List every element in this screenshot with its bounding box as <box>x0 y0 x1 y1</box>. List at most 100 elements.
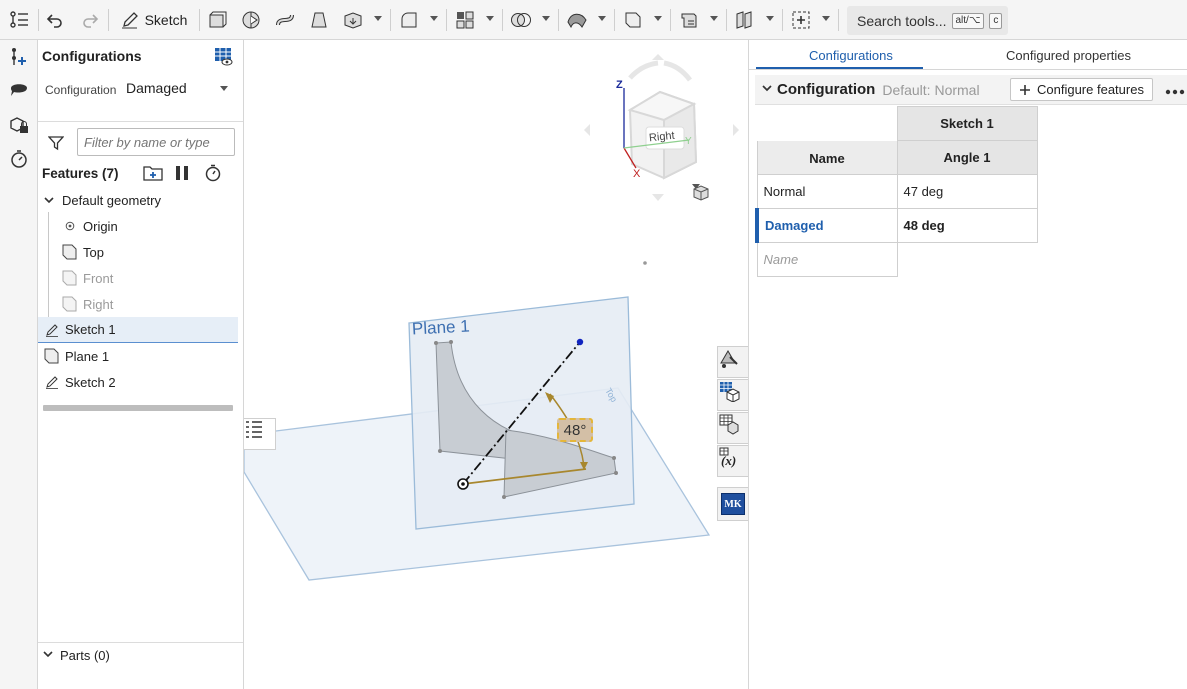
view-options-menu[interactable] <box>692 184 709 201</box>
new-config-name-input[interactable]: Name <box>756 242 898 277</box>
more-options-icon[interactable] <box>1165 83 1185 98</box>
feature-panel: Configurations Configuration Damaged Fea… <box>38 40 244 689</box>
configured-part-studio-button[interactable] <box>717 379 748 411</box>
tree-item-front[interactable]: Front <box>38 265 238 291</box>
list-icon <box>246 421 262 438</box>
tree-item-top[interactable]: Top <box>38 239 238 265</box>
comment-icon[interactable] <box>8 78 30 100</box>
chevron-down-icon[interactable] <box>598 16 606 21</box>
angle-dimension-value[interactable]: 48° <box>557 418 593 442</box>
stopwatch-icon[interactable] <box>8 148 30 170</box>
loft-icon[interactable] <box>308 8 330 32</box>
tree-item-right[interactable]: Right <box>38 291 238 317</box>
plane-icon[interactable] <box>622 8 644 32</box>
configuration-select-value: Damaged <box>126 80 187 96</box>
configurations-title: Configurations <box>42 48 142 64</box>
config-name-cell[interactable]: Damaged <box>755 208 898 243</box>
configuration-table-toggle-icon[interactable] <box>214 47 234 70</box>
chevron-down-icon[interactable] <box>822 16 830 21</box>
insert-icon[interactable] <box>8 46 30 68</box>
filter-icon[interactable] <box>47 135 65 154</box>
configuration-label: Configuration <box>45 83 117 97</box>
sketch-button-label: Sketch <box>144 12 188 28</box>
sketch-point <box>438 449 442 453</box>
sweep-icon[interactable] <box>274 8 296 32</box>
chevron-down-icon[interactable] <box>766 16 774 21</box>
surface-icon[interactable] <box>566 8 588 32</box>
variable-table-button[interactable] <box>717 412 748 444</box>
toolbar-divider <box>614 9 615 31</box>
list-toggle-button[interactable] <box>244 418 276 450</box>
parts-lock-icon[interactable] <box>8 114 30 136</box>
fillet-icon[interactable] <box>398 8 420 32</box>
tree-item-label: Right <box>83 296 114 312</box>
configuration-select[interactable]: Damaged <box>126 77 230 99</box>
frames-icon[interactable] <box>734 8 756 32</box>
search-tools-label: Search tools... <box>857 12 947 29</box>
sketch-point <box>449 340 453 344</box>
chevron-down-icon[interactable] <box>430 16 438 21</box>
sketch-button[interactable]: Sketch <box>114 8 194 32</box>
search-tools-button[interactable]: Search tools... alt/⌥ c <box>847 6 1008 35</box>
plane-icon <box>62 270 78 286</box>
feature-list-icon[interactable] <box>7 8 31 32</box>
add-custom-feature-icon[interactable] <box>790 8 812 32</box>
sketch-point <box>612 456 616 460</box>
shortcut-key: c <box>989 12 1003 29</box>
chevron-down-icon <box>41 192 57 208</box>
parts-label: Parts (0) <box>60 648 110 663</box>
redo-icon[interactable] <box>79 8 101 32</box>
sketch-point <box>502 495 506 499</box>
chevron-down-icon[interactable] <box>654 16 662 21</box>
plane-1-label: Plane 1 <box>411 316 471 339</box>
chevron-down-icon[interactable] <box>761 82 773 97</box>
rollback-timer-icon[interactable] <box>204 164 222 185</box>
table-row[interactable]: Normal 47 deg <box>756 174 1038 209</box>
rollback-bar[interactable] <box>43 405 233 411</box>
boolean-icon[interactable] <box>510 8 532 32</box>
table-variable-icon <box>719 414 739 435</box>
configuration-default: Default: Normal <box>882 81 980 98</box>
sheet-metal-icon[interactable] <box>678 8 700 32</box>
tree-item-label: Sketch 1 <box>65 322 116 337</box>
tab-configurations[interactable]: Configurations <box>809 48 893 63</box>
tree-item-label: Sketch 2 <box>65 374 116 390</box>
configure-features-button[interactable]: Configure features <box>1010 78 1153 101</box>
table-row[interactable]: Damaged 48 deg <box>755 208 1038 243</box>
top-toolbar: Sketch Search tools... alt/⌥ c <box>0 0 1187 40</box>
parts-section-toggle[interactable]: Parts (0) <box>42 648 110 663</box>
shortcut-key: alt/⌥ <box>951 12 985 29</box>
undo-icon[interactable] <box>44 8 66 32</box>
tab-configured-properties[interactable]: Configured properties <box>1006 48 1131 63</box>
graphics-viewport[interactable]: Z X Y Right Plane 1 Top 48° (x) MK <box>244 40 748 689</box>
appearance-tool-button[interactable] <box>717 346 748 378</box>
config-value-cell[interactable]: 47 deg <box>896 174 1038 209</box>
filter-input[interactable] <box>77 128 235 156</box>
angle-column-header: Angle 1 <box>896 140 1038 175</box>
view-cube[interactable] <box>584 54 739 201</box>
pause-icon[interactable] <box>175 165 189 184</box>
plus-icon <box>1020 84 1030 95</box>
chevron-down-icon <box>42 648 54 663</box>
pattern-icon[interactable] <box>454 8 476 32</box>
toolbar-divider <box>390 9 391 31</box>
chevron-down-icon[interactable] <box>486 16 494 21</box>
variables-panel-button[interactable]: (x) <box>717 445 748 477</box>
thicken-icon[interactable] <box>342 8 364 32</box>
config-value-cell[interactable]: 48 deg <box>896 208 1038 243</box>
config-name-cell[interactable]: Normal <box>756 174 898 209</box>
toolbar-divider <box>199 9 200 31</box>
tree-item-origin[interactable]: Origin <box>38 213 238 239</box>
extrude-icon[interactable] <box>206 8 228 32</box>
chevron-down-icon[interactable] <box>542 16 550 21</box>
tree-item-sketch-2[interactable]: Sketch 2 <box>38 369 238 395</box>
custom-app-button[interactable]: MK <box>717 487 748 521</box>
tree-item-default-geometry[interactable]: Default geometry <box>38 187 238 213</box>
add-folder-icon[interactable] <box>143 164 163 185</box>
chevron-down-icon[interactable] <box>710 16 718 21</box>
tree-item-plane-1[interactable]: Plane 1 <box>38 343 238 369</box>
revolve-icon[interactable] <box>240 8 262 32</box>
table-cube-icon <box>720 382 740 402</box>
tree-item-sketch-1[interactable]: Sketch 1 <box>38 317 238 343</box>
chevron-down-icon[interactable] <box>374 16 382 21</box>
